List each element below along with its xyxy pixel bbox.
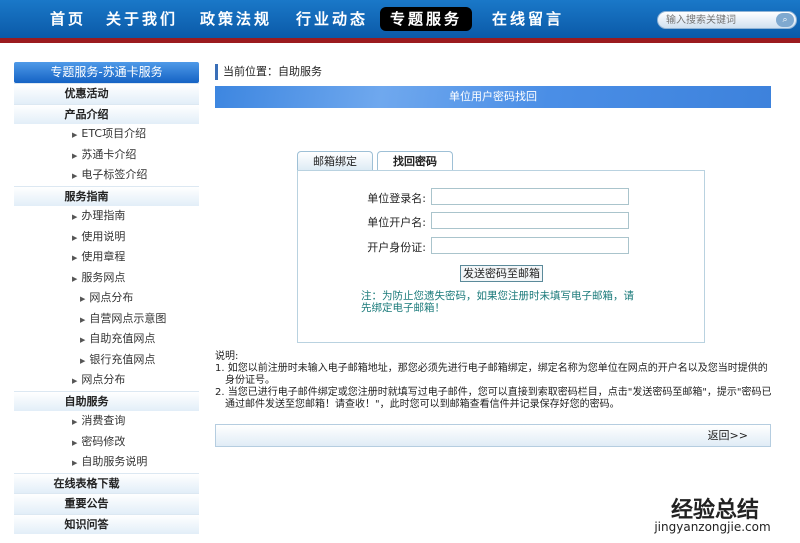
sidebar-item-label: 自助服务 xyxy=(64,394,109,408)
arrow-icon: ▶ xyxy=(72,274,78,283)
sidebar-item-label: 在线表格下载 xyxy=(53,476,120,490)
nav-item[interactable]: 政策法规 xyxy=(190,7,282,31)
sidebar-item-label: 自助服务说明 xyxy=(81,455,148,468)
watermark-url: jingyanzongjie.com xyxy=(654,520,771,534)
sidebar-item[interactable]: 知识问答 xyxy=(14,513,199,534)
search-icon[interactable]: ⌕ xyxy=(776,13,794,27)
sidebar-item[interactable]: 优惠活动 xyxy=(14,83,199,104)
tab-recover-password[interactable]: 找回密码 xyxy=(377,151,453,172)
return-bar: 返回>> xyxy=(215,424,771,447)
nav-item[interactable]: 关于我们 xyxy=(96,7,188,31)
return-link[interactable]: 返回>> xyxy=(708,429,748,442)
description-item: 2. 当您已进行电子邮件绑定或您注册时就填写过电子邮件，您可以直接到索取密码栏目… xyxy=(215,387,772,410)
sidebar-item-label: 使用章程 xyxy=(81,250,126,263)
sidebar-item[interactable]: ▶ 银行充值网点 xyxy=(14,350,199,371)
divider xyxy=(0,38,800,43)
note-text: 注：为防止您遗失密码，如果您注册时未填写电子邮箱，请先绑定电子邮箱！ xyxy=(361,290,634,314)
sidebar-item[interactable]: ▶ 苏通卡介绍 xyxy=(14,145,199,166)
sidebar-item-label: 自助充值网点 xyxy=(89,332,156,345)
nav-item[interactable]: 首页 xyxy=(40,7,96,31)
sidebar-item[interactable]: ▶ 消费查询 xyxy=(14,411,199,432)
arrow-icon: ▶ xyxy=(72,254,78,262)
sidebar-item-label: 服务指南 xyxy=(64,189,109,203)
sidebar-item[interactable]: 重要公告 xyxy=(14,493,199,514)
sidebar-title: 专题服务-苏通卡服务 xyxy=(14,62,199,83)
id-card-input[interactable] xyxy=(431,237,629,254)
arrow-icon: ▶ xyxy=(72,459,78,467)
sidebar-item-label: 优惠活动 xyxy=(64,87,109,100)
sidebar-item[interactable]: ▶ 电子标签介绍 xyxy=(14,165,199,186)
sidebar-item-label: 服务网点 xyxy=(81,270,126,284)
sidebar-item-label: 苏通卡介绍 xyxy=(81,147,137,161)
arrow-icon: ▶ xyxy=(72,213,78,221)
sidebar-item[interactable]: ▶ 自营网点示意图 xyxy=(14,309,199,330)
arrow-icon: ▶ xyxy=(80,356,86,365)
sidebar-item[interactable]: ▶ 服务网点 xyxy=(14,268,199,289)
sidebar: 专题服务-苏通卡服务 优惠活动 产品介绍 ▶ ETC项目介绍 ▶ 苏通卡介绍 ▶ 电子标签介绍… xyxy=(14,62,199,543)
sidebar-item-label: 产品介绍 xyxy=(64,107,109,121)
sidebar-item[interactable]: 产品介绍 xyxy=(14,103,199,124)
sidebar-item-label: 密码修改 xyxy=(81,434,126,448)
account-name-label: 单位开户名: xyxy=(367,216,426,229)
sidebar-item-label: 自营网点示意图 xyxy=(89,311,167,325)
sidebar-item[interactable]: ▶ 网点分布 xyxy=(14,370,199,391)
sidebar-item-label: ETC项目介绍 xyxy=(81,127,147,140)
login-name-label: 单位登录名: xyxy=(367,192,426,205)
sidebar-item[interactable]: ▶ 办理指南 xyxy=(14,206,199,227)
arrow-icon: ▶ xyxy=(80,336,86,344)
sidebar-item-label: 网点分布 xyxy=(89,291,134,304)
sidebar-item-label: 银行充值网点 xyxy=(89,352,156,366)
arrow-icon: ▶ xyxy=(80,295,86,303)
sidebar-item[interactable]: ▶ 自助服务说明 xyxy=(14,452,199,473)
arrow-icon: ▶ xyxy=(72,131,78,139)
sidebar-item-label: 网点分布 xyxy=(81,373,126,386)
account-name-input[interactable] xyxy=(431,212,629,229)
nav-item[interactable]: 专题服务 xyxy=(380,7,473,31)
page-title: 单位用户密码找回 xyxy=(215,86,771,108)
breadcrumb: 当前位置：自助服务 xyxy=(215,64,322,80)
id-card-label: 开户身份证: xyxy=(367,241,426,254)
sidebar-item[interactable]: 服务指南 xyxy=(14,185,199,206)
sidebar-item-label: 办理指南 xyxy=(81,209,126,222)
login-name-input[interactable] xyxy=(431,188,629,205)
description: 说明: 1. 如您以前注册时未输入电子邮箱地址，那您必须先进行电子邮箱绑定，绑定… xyxy=(215,351,775,411)
sidebar-item[interactable]: ▶ 密码修改 xyxy=(14,432,199,453)
sidebar-item[interactable]: ▶ 使用章程 xyxy=(14,247,199,268)
arrow-icon: ▶ xyxy=(72,172,78,180)
description-title: 说明: xyxy=(215,351,239,362)
arrow-icon: ▶ xyxy=(72,438,78,447)
arrow-icon: ▶ xyxy=(72,418,78,426)
search-input[interactable] xyxy=(658,12,768,28)
sidebar-item[interactable]: 自助服务 xyxy=(14,390,199,411)
top-nav: 首页关于我们政策法规行业动态专题服务在线留言 ⌕ xyxy=(0,0,800,38)
sidebar-item-label: 使用说明 xyxy=(81,229,126,243)
nav-item[interactable]: 行业动态 xyxy=(286,7,378,31)
arrow-icon: ▶ xyxy=(72,233,78,242)
arrow-icon: ▶ xyxy=(72,151,78,160)
sidebar-item-label: 电子标签介绍 xyxy=(81,168,148,181)
tab-email-binding[interactable]: 邮箱绑定 xyxy=(297,151,373,171)
sidebar-item-label: 重要公告 xyxy=(64,497,109,510)
sidebar-item[interactable]: ▶ 网点分布 xyxy=(14,288,199,309)
nav-item[interactable]: 在线留言 xyxy=(482,7,574,31)
sidebar-item-label: 消费查询 xyxy=(81,414,126,427)
sidebar-item-label: 知识问答 xyxy=(64,517,109,531)
sidebar-item[interactable]: 在线表格下载 xyxy=(14,472,199,493)
search-box[interactable]: ⌕ xyxy=(657,11,797,29)
sidebar-item[interactable]: ▶ 使用说明 xyxy=(14,227,199,248)
arrow-icon: ▶ xyxy=(80,315,86,324)
sidebar-item[interactable]: ▶ 自助充值网点 xyxy=(14,329,199,350)
description-item: 1. 如您以前注册时未输入电子邮箱地址，那您必须先进行电子邮箱绑定，绑定名称为您… xyxy=(215,363,768,386)
sidebar-item[interactable]: ▶ ETC项目介绍 xyxy=(14,124,199,145)
send-password-button[interactable]: 发送密码至邮箱 xyxy=(460,265,543,282)
arrow-icon: ▶ xyxy=(72,377,78,385)
